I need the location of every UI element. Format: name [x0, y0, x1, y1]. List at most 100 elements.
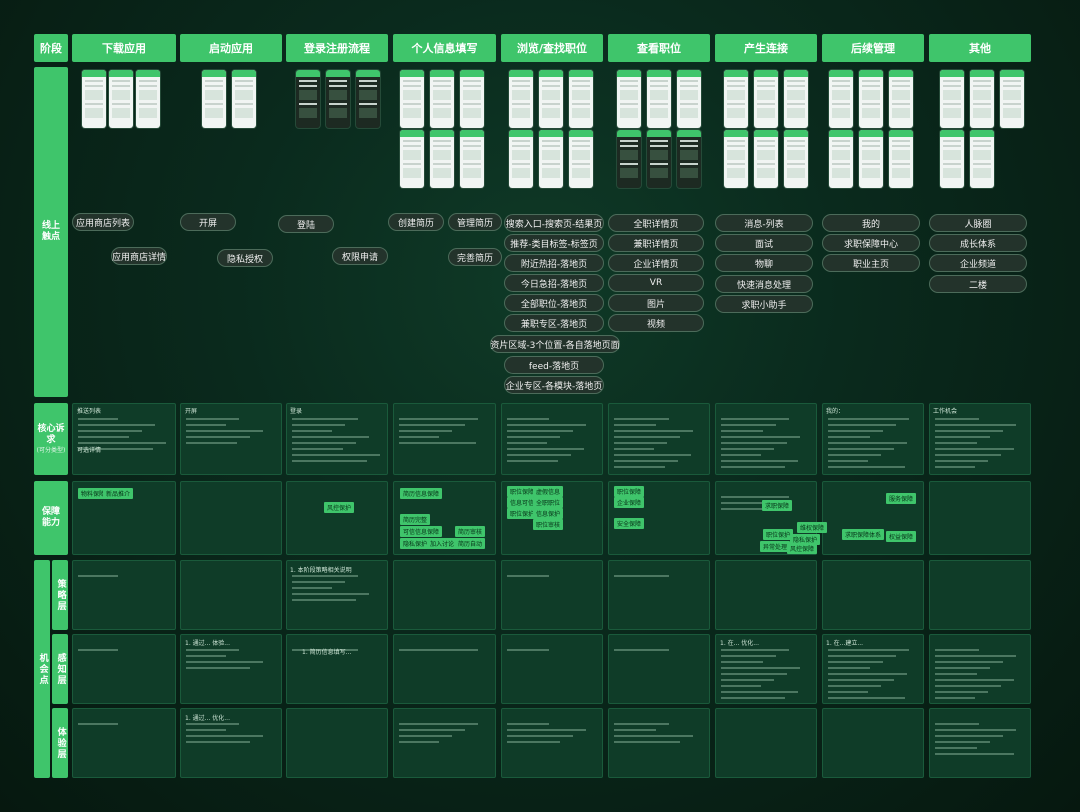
- opportunity-note: 1. 在...建立...: [826, 640, 864, 647]
- text-line: [935, 466, 975, 468]
- experience-cell: [929, 708, 1031, 778]
- touchpoint-login[interactable]: 登陆: [278, 215, 334, 233]
- opportunity-note: 1. 通过... 体验...: [185, 640, 230, 647]
- touchpoint-all-jobs[interactable]: 全部职位-落地页: [504, 294, 604, 312]
- text-line: [292, 581, 345, 583]
- text-line: [399, 418, 478, 420]
- text-line: [935, 430, 1003, 432]
- text-line: [721, 685, 761, 687]
- touchpoint-splash[interactable]: 开屏: [180, 213, 236, 231]
- row-label-strategy-text: 策略层: [55, 578, 66, 612]
- touchpoint-part-time[interactable]: 兼职专区-落地页: [504, 314, 604, 332]
- text-line: [721, 460, 798, 462]
- app-screenshot-thumbnail: [202, 70, 226, 128]
- touchpoint-privacy-auth[interactable]: 隐私授权: [217, 249, 273, 267]
- text-line: [186, 442, 237, 444]
- touchpoint-messages[interactable]: 消息-列表: [715, 214, 813, 232]
- app-screenshot-thumbnail: [82, 70, 106, 128]
- touchpoint-banner[interactable]: 资片区域-3个位置-各自落地页面: [490, 335, 620, 353]
- support-tag: 新品推介: [103, 488, 134, 499]
- text-line: [721, 436, 800, 438]
- text-line: [721, 649, 789, 651]
- text-line: [721, 673, 787, 675]
- text-line: [292, 442, 356, 444]
- support-tag: 权益保障: [886, 531, 917, 542]
- text-line: [186, 735, 263, 737]
- support-tag: 维权保障: [797, 522, 828, 533]
- text-line: [292, 430, 332, 432]
- row-label-perception-text: 感知层: [55, 652, 66, 686]
- stage-header-view-job: 查看职位: [608, 34, 710, 62]
- app-screenshot-thumbnail: [430, 70, 454, 128]
- touchpoint-fulltime-detail[interactable]: 全职详情页: [608, 214, 704, 232]
- app-screenshot-thumbnail: [460, 70, 484, 128]
- touchpoint-assistant[interactable]: 求职小助手: [715, 295, 813, 313]
- support-tag: 风控保障: [787, 543, 818, 554]
- touchpoint-second-floor[interactable]: 二楼: [929, 275, 1027, 293]
- strategy-cell: [72, 560, 176, 630]
- touchpoint-parttime-detail[interactable]: 兼职详情页: [608, 234, 704, 252]
- touchpoint-permission[interactable]: 权限申请: [332, 247, 388, 265]
- needs-note: 登录: [290, 408, 303, 415]
- support-tag: 安全保障: [614, 518, 645, 529]
- row-label-touchpoints: 线上 触点: [34, 67, 68, 397]
- support-tag: 简历完整: [400, 514, 431, 525]
- app-screenshot-thumbnail: [460, 130, 484, 188]
- text-line: [935, 649, 979, 651]
- text-line: [828, 661, 883, 663]
- touchpoint-video[interactable]: 视频: [608, 314, 704, 332]
- touchpoint-app-store-list[interactable]: 应用商店列表: [72, 213, 134, 231]
- touchpoint-feed[interactable]: feed-落地页: [504, 356, 604, 374]
- app-screenshot-thumbnail: [889, 130, 913, 188]
- text-line: [614, 723, 669, 725]
- text-line: [614, 454, 691, 456]
- opportunity-note: 1. 在... 优化...: [720, 640, 759, 647]
- text-line: [721, 454, 761, 456]
- text-line: [828, 667, 870, 669]
- touchpoint-app-store-detail[interactable]: 应用商店详情: [111, 247, 167, 265]
- touchpoint-mine[interactable]: 我的: [822, 214, 920, 232]
- touchpoint-company-channel[interactable]: 企业频道: [929, 254, 1027, 272]
- touchpoint-company-detail[interactable]: 企业详情页: [608, 254, 704, 272]
- touchpoint-nearby[interactable]: 附近热招-落地页: [504, 254, 604, 272]
- touchpoint-interview[interactable]: 面试: [715, 234, 813, 252]
- touchpoint-company-zone[interactable]: 企业专区-各模块-落地页: [504, 376, 604, 394]
- text-line: [614, 436, 680, 438]
- stage-header-label: 阶段: [34, 34, 68, 62]
- support-tag: 风控保护: [324, 502, 355, 513]
- touchpoint-create-resume[interactable]: 创建简历: [388, 213, 444, 231]
- app-screenshot-thumbnail: [647, 130, 671, 188]
- text-line: [614, 442, 667, 444]
- touchpoint-network[interactable]: 人脉圈: [929, 214, 1027, 232]
- touchpoint-complete-resume[interactable]: 完善简历: [448, 248, 502, 266]
- touchpoint-quick-reply[interactable]: 快速消息处理: [715, 275, 813, 293]
- experience-cell: [393, 708, 496, 778]
- app-screenshot-thumbnail: [940, 70, 964, 128]
- experience-cell: [501, 708, 603, 778]
- needs-cell: [501, 403, 603, 475]
- touchpoint-recommend[interactable]: 推荐-类目标签-标签页: [504, 234, 604, 252]
- touchpoint-search[interactable]: 搜索入口-搜索页-结果页: [504, 214, 604, 232]
- strategy-cell: [393, 560, 496, 630]
- app-screenshot-thumbnail: [970, 130, 994, 188]
- touchpoint-manage-resume[interactable]: 管理简历: [448, 213, 502, 231]
- app-screenshot-thumbnail: [509, 130, 533, 188]
- app-screenshot-thumbnail: [509, 70, 533, 128]
- text-line: [721, 430, 763, 432]
- app-screenshot-thumbnail: [1000, 70, 1024, 128]
- touchpoint-protection-center[interactable]: 求职保障中心: [822, 234, 920, 252]
- text-line: [935, 436, 990, 438]
- text-line: [721, 424, 776, 426]
- touchpoint-vr[interactable]: VR: [608, 274, 704, 292]
- touchpoint-career-home[interactable]: 职业主页: [822, 254, 920, 272]
- support-tag: 全职职位: [533, 497, 564, 508]
- touchpoint-chat[interactable]: 物聊: [715, 254, 813, 272]
- needs-cell: [393, 403, 496, 475]
- text-line: [614, 448, 654, 450]
- touchpoint-growth[interactable]: 成长体系: [929, 234, 1027, 252]
- app-screenshot-thumbnail: [109, 70, 133, 128]
- touchpoint-urgent[interactable]: 今日急招-落地页: [504, 274, 604, 292]
- text-line: [935, 424, 1016, 426]
- touchpoint-images[interactable]: 图片: [608, 294, 704, 312]
- row-label-core-needs: 核心诉求 (可分类型): [34, 403, 68, 475]
